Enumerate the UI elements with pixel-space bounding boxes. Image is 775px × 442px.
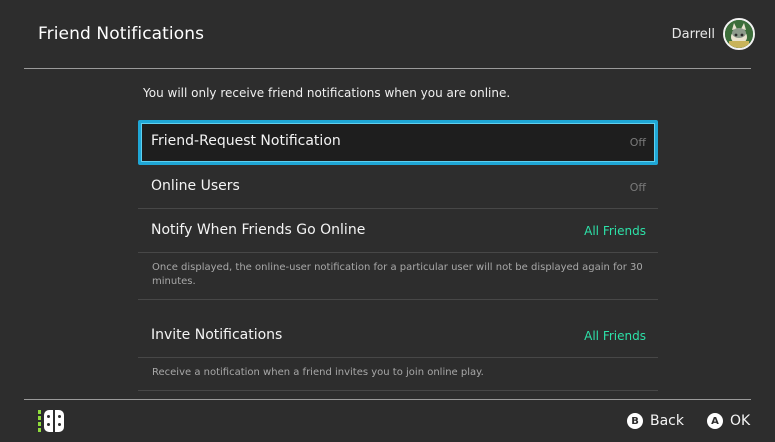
- friend-notifications-screen: Friend Notifications Darrell You will on…: [0, 0, 775, 442]
- back-label: Back: [650, 413, 684, 429]
- setting-friend-request-notification[interactable]: Friend-Request Notification Off: [138, 120, 658, 165]
- header-divider: [24, 68, 751, 69]
- setting-value: Off: [629, 136, 646, 149]
- setting-label: Notify When Friends Go Online: [151, 222, 366, 238]
- page-title: Friend Notifications: [38, 24, 205, 44]
- joycon-icon: [38, 410, 64, 432]
- a-button-icon: A: [707, 413, 723, 429]
- setting-value: Off: [629, 181, 646, 194]
- setting-description: Receive a notification when a friend inv…: [138, 358, 658, 391]
- setting-description: Once displayed, the online-user notifica…: [138, 253, 658, 300]
- setting-label: Invite Notifications: [151, 327, 283, 343]
- ok-label: OK: [730, 413, 751, 429]
- setting-notify-friends-online[interactable]: Notify When Friends Go Online All Friend…: [138, 209, 658, 253]
- header: Friend Notifications Darrell: [0, 0, 775, 68]
- back-button[interactable]: B Back: [627, 413, 684, 429]
- left-joycon-icon: [44, 410, 53, 432]
- setting-value: All Friends: [584, 224, 646, 238]
- ok-button[interactable]: A OK: [707, 413, 750, 429]
- user-name: Darrell: [671, 26, 715, 42]
- right-joycon-icon: [55, 410, 64, 432]
- intro-text: You will only receive friend notificatio…: [143, 86, 511, 100]
- character-avatar-icon[interactable]: [723, 18, 755, 50]
- footer-divider: [24, 399, 751, 400]
- settings-list: Friend-Request Notification Off Online U…: [138, 120, 658, 391]
- b-button-icon: B: [627, 413, 643, 429]
- battery-icon: [38, 410, 41, 432]
- setting-label: Online Users: [151, 178, 240, 194]
- setting-label: Friend-Request Notification: [151, 133, 341, 149]
- setting-online-users[interactable]: Online Users Off: [138, 165, 658, 209]
- setting-value: All Friends: [584, 329, 646, 343]
- setting-invite-notifications[interactable]: Invite Notifications All Friends: [138, 314, 658, 358]
- user-account[interactable]: Darrell: [672, 15, 755, 53]
